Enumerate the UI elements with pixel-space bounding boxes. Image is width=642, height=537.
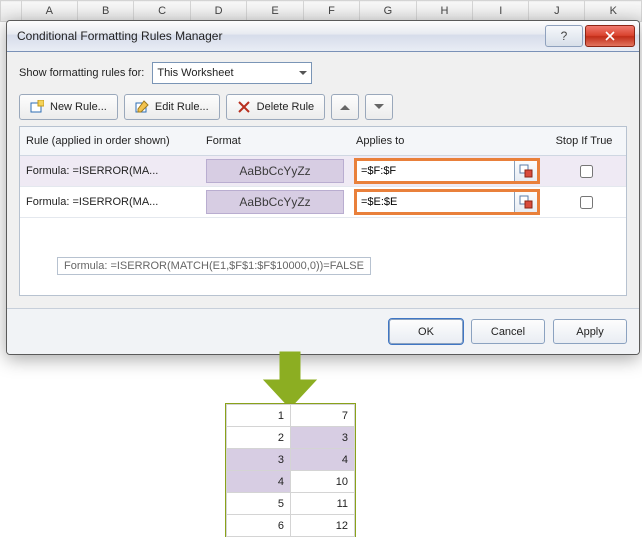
applies-to-input[interactable]: [356, 160, 538, 182]
result-range: 172334410511612: [226, 404, 355, 537]
applies-to-input[interactable]: [356, 191, 538, 213]
cell[interactable]: 4: [291, 449, 355, 471]
format-preview: AaBbCcYyZz: [206, 159, 344, 183]
formula-tooltip: Formula: =ISERROR(MATCH(E1,$F$1:$F$10000…: [57, 257, 371, 275]
range-picker-button[interactable]: [515, 191, 538, 213]
rules-header-row: Rule (applied in order shown) Format App…: [20, 127, 626, 156]
col-header[interactable]: D: [190, 1, 246, 22]
applies-to-field[interactable]: [356, 191, 515, 213]
cell[interactable]: 12: [291, 515, 355, 537]
cell[interactable]: 3: [227, 449, 291, 471]
col-applies: Applies to: [356, 135, 546, 147]
cancel-button[interactable]: Cancel: [471, 319, 545, 344]
rule-label: Formula: =ISERROR(MA...: [26, 165, 206, 177]
cell[interactable]: 6: [227, 515, 291, 537]
col-header[interactable]: J: [529, 1, 585, 22]
col-header[interactable]: G: [360, 1, 417, 22]
apply-button[interactable]: Apply: [553, 319, 627, 344]
new-rule-icon: [30, 100, 44, 114]
close-button[interactable]: [585, 25, 635, 47]
col-header[interactable]: F: [303, 1, 359, 22]
dialog-button-bar: OK Cancel Apply: [7, 308, 639, 354]
cell[interactable]: 2: [227, 427, 291, 449]
rule-row[interactable]: Formula: =ISERROR(MA... AaBbCcYyZz: [20, 187, 626, 218]
col-header[interactable]: E: [247, 1, 303, 22]
spreadsheet-grid: A B C D E F G H I J K: [0, 0, 642, 22]
col-header[interactable]: A: [21, 1, 77, 22]
scope-dropdown[interactable]: This Worksheet: [152, 62, 312, 84]
delete-icon: [237, 100, 251, 114]
move-down-button[interactable]: [365, 94, 393, 120]
range-picker-icon: [519, 164, 533, 178]
col-header[interactable]: H: [416, 1, 472, 22]
col-header[interactable]: K: [585, 1, 642, 22]
edit-rule-icon: [135, 100, 149, 114]
arrow-down-icon: [260, 350, 320, 410]
col-header[interactable]: C: [134, 1, 190, 22]
cell[interactable]: 1: [227, 405, 291, 427]
triangle-up-icon: [340, 100, 350, 110]
col-header[interactable]: I: [473, 1, 529, 22]
cell[interactable]: 7: [291, 405, 355, 427]
cell[interactable]: 11: [291, 493, 355, 515]
rules-manager-dialog: Conditional Formatting Rules Manager ? S…: [6, 20, 640, 355]
format-preview: AaBbCcYyZz: [206, 190, 344, 214]
rule-label: Formula: =ISERROR(MA...: [26, 196, 206, 208]
stop-if-true-checkbox[interactable]: [580, 165, 593, 178]
cell[interactable]: 3: [291, 427, 355, 449]
move-up-button[interactable]: [331, 94, 359, 120]
delete-rule-button[interactable]: Delete Rule: [226, 94, 325, 120]
triangle-down-icon: [374, 104, 384, 114]
rule-row[interactable]: Formula: =ISERROR(MA... AaBbCcYyZz: [20, 156, 626, 187]
col-stop: Stop If True: [546, 135, 626, 147]
edit-rule-button[interactable]: Edit Rule...: [124, 94, 220, 120]
titlebar: Conditional Formatting Rules Manager ?: [7, 21, 639, 52]
stop-if-true-checkbox[interactable]: [580, 196, 593, 209]
new-rule-button[interactable]: New Rule...: [19, 94, 118, 120]
scope-value: This Worksheet: [157, 67, 233, 79]
col-rule: Rule (applied in order shown): [26, 135, 206, 147]
dialog-title: Conditional Formatting Rules Manager: [17, 29, 543, 43]
range-picker-icon: [519, 195, 533, 209]
cell[interactable]: 4: [227, 471, 291, 493]
chevron-down-icon: [299, 71, 307, 79]
range-picker-button[interactable]: [515, 160, 538, 182]
cell[interactable]: 5: [227, 493, 291, 515]
cell[interactable]: 10: [291, 471, 355, 493]
ok-button[interactable]: OK: [389, 319, 463, 344]
help-button[interactable]: ?: [545, 25, 583, 47]
col-header[interactable]: B: [77, 1, 133, 22]
show-rules-label: Show formatting rules for:: [19, 67, 144, 79]
col-format: Format: [206, 135, 356, 147]
applies-to-field[interactable]: [356, 160, 515, 182]
